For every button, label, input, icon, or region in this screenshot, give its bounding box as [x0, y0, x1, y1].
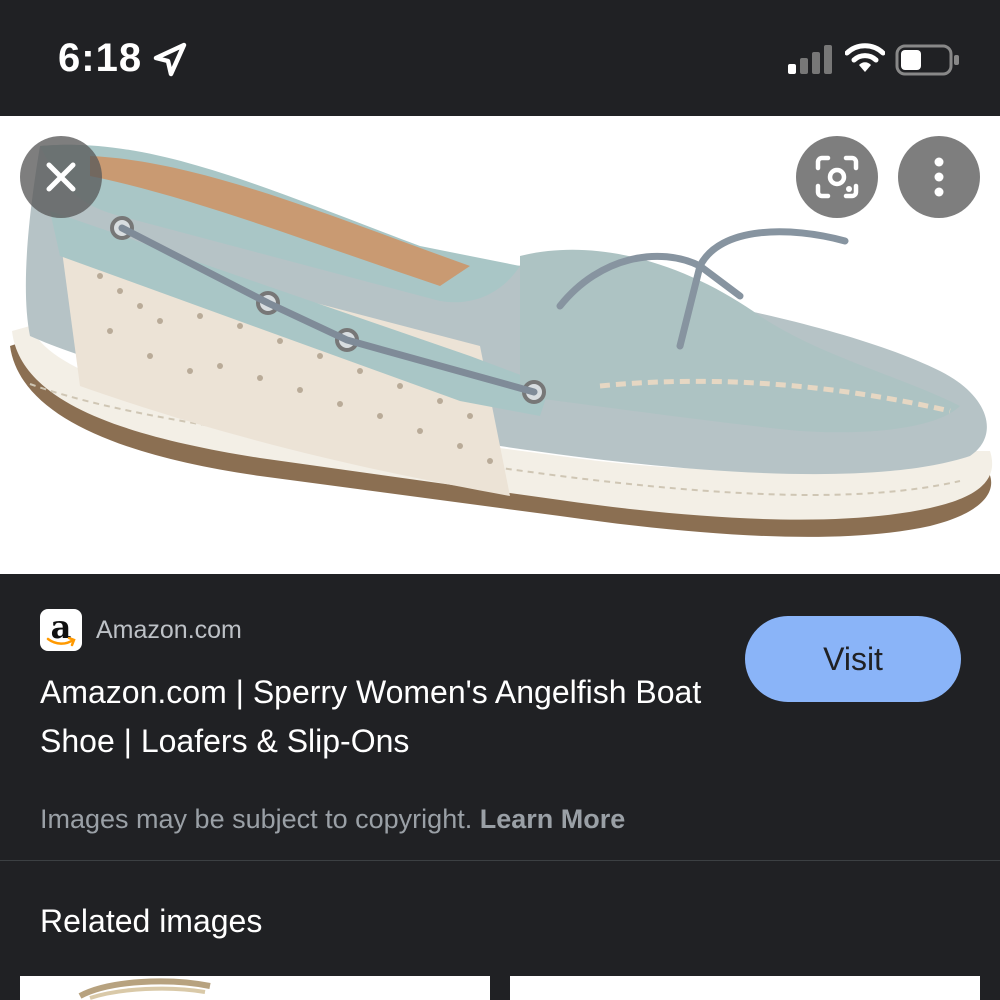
location-arrow-icon — [153, 42, 187, 77]
wifi-icon — [845, 43, 885, 72]
learn-more-link[interactable]: Learn More — [480, 804, 626, 834]
status-time: 6:18 — [58, 36, 143, 80]
visit-button[interactable]: Visit — [745, 616, 961, 702]
copyright-notice: Images may be subject to copyright. Lear… — [40, 804, 625, 835]
related-shoe-image — [78, 978, 211, 1000]
related-images-heading: Related images — [40, 903, 263, 939]
google-lens-button[interactable] — [796, 136, 878, 218]
image-viewer[interactable] — [0, 116, 1000, 574]
status-bar: 6:18 — [0, 0, 1000, 116]
copyright-text: Images may be subject to copyright. — [40, 804, 473, 834]
related-image-thumbnail[interactable] — [510, 976, 980, 1000]
result-title-link[interactable]: Amazon.com | Sperry Women's Angelfish Bo… — [40, 668, 730, 766]
result-info-panel: a Amazon.com Amazon.com | Sperry Women's… — [0, 574, 1000, 860]
more-vert-icon — [934, 157, 944, 197]
cellular-signal-icon — [788, 45, 832, 74]
close-icon — [46, 162, 76, 192]
related-image-thumbnail[interactable] — [20, 976, 490, 1000]
close-button[interactable] — [20, 136, 102, 218]
source-name: Amazon.com — [96, 615, 242, 644]
battery-icon — [895, 44, 959, 76]
source-row[interactable]: a Amazon.com — [40, 606, 242, 654]
amazon-smile-icon — [46, 637, 76, 647]
amazon-favicon-icon: a — [40, 609, 82, 651]
more-options-button[interactable] — [898, 136, 980, 218]
lens-icon — [815, 155, 859, 199]
divider — [0, 860, 1000, 861]
